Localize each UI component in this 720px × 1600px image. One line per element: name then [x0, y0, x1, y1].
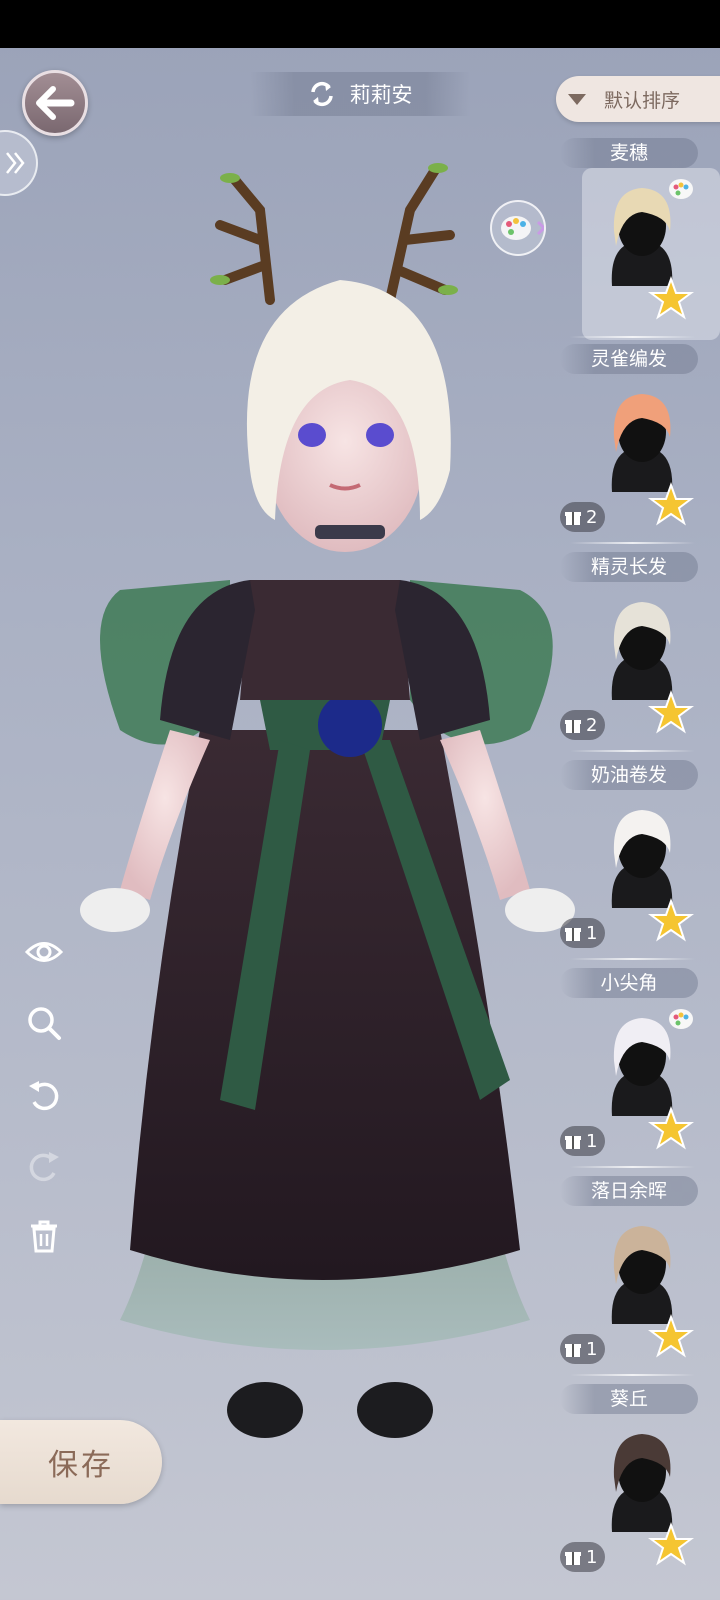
divider [570, 1374, 695, 1376]
hair-name: 葵丘 [560, 1384, 698, 1414]
zoom-icon [28, 1007, 61, 1040]
count-value: 2 [586, 714, 598, 736]
hair-item[interactable]: 麦穗 [560, 138, 720, 343]
star-shape [648, 1522, 694, 1566]
star-icon [648, 1522, 694, 1566]
star-shape [648, 1314, 694, 1358]
star-icon [648, 1314, 694, 1358]
eye-icon [24, 942, 64, 962]
star-icon [648, 1106, 694, 1150]
count-value: 1 [586, 1546, 598, 1568]
toggle-view-button[interactable] [22, 930, 66, 974]
divider [570, 958, 695, 960]
status-bar [0, 0, 720, 48]
divider [570, 336, 695, 338]
choker [315, 525, 385, 539]
back-button[interactable] [22, 70, 88, 136]
hair-name: 麦穗 [560, 138, 698, 168]
character-name: 莉莉安 [349, 83, 413, 107]
character-preview[interactable] [60, 140, 580, 1460]
hair-item[interactable]: 葵丘 1 [560, 1384, 720, 1589]
hair-name: 精灵长发 [560, 552, 698, 582]
count-value: 1 [586, 1338, 598, 1360]
save-label: 保存 [48, 1448, 114, 1483]
gift-icon [565, 1136, 581, 1149]
gift-icon [565, 928, 581, 941]
hair-name: 灵雀编发 [560, 344, 698, 374]
hair-style-list[interactable]: 麦穗 灵雀编发 2 精灵长发 2 奶油卷发 1 小尖角 1 落日余晖 1 葵丘 … [560, 130, 720, 1600]
star-icon [648, 690, 694, 734]
star-icon [648, 482, 694, 526]
expand-panel-button[interactable] [0, 130, 38, 196]
count-value: 1 [586, 922, 598, 944]
count-badge: 1 [560, 1334, 606, 1364]
delete-button[interactable] [22, 1214, 66, 1258]
blue-rose [318, 693, 382, 757]
gift-icon [565, 1552, 581, 1565]
hair-item[interactable]: 灵雀编发 2 [560, 344, 720, 549]
count-badge: 2 [560, 502, 606, 532]
hair-name: 奶油卷发 [560, 760, 698, 790]
double-chevron-right-icon [6, 152, 25, 174]
zoom-button[interactable] [22, 1001, 66, 1045]
undo-icon [29, 1081, 59, 1111]
gift-icon [565, 512, 581, 525]
palette-icon [669, 1009, 693, 1029]
gift-icon [565, 720, 581, 733]
hair-name: 小尖角 [560, 968, 698, 998]
gift-icon [565, 1344, 581, 1357]
hair-item[interactable]: 小尖角 1 [560, 968, 720, 1173]
sort-dropdown[interactable]: 默认排序 [556, 76, 720, 122]
count-badge: 1 [560, 918, 606, 948]
star-shape [648, 482, 694, 526]
swap-icon [310, 81, 333, 107]
left-shoe [227, 1382, 303, 1438]
count-badge: 1 [560, 1542, 606, 1572]
divider [570, 542, 695, 544]
caret-down-icon [568, 93, 586, 105]
left-glove [80, 888, 150, 932]
star-shape [648, 690, 694, 734]
character-name-bar[interactable]: 莉莉安 [250, 72, 470, 116]
hair-name: 落日余晖 [560, 1176, 698, 1206]
star-shape [648, 276, 694, 320]
star-shape [648, 1106, 694, 1150]
save-button[interactable]: 保存 [0, 1420, 162, 1504]
hair-item[interactable]: 奶油卷发 1 [560, 760, 720, 965]
hair-item[interactable]: 落日余晖 1 [560, 1176, 720, 1381]
count-badge: 2 [560, 710, 606, 740]
divider [570, 750, 695, 752]
redo-button[interactable] [22, 1143, 66, 1187]
count-value: 2 [586, 506, 598, 528]
count-value: 1 [586, 1130, 598, 1152]
dress-bodice [240, 580, 410, 700]
palette-icon [669, 179, 693, 199]
right-shoe [357, 1382, 433, 1438]
divider [570, 1166, 695, 1168]
back-arrow-icon [36, 86, 75, 120]
hair-item[interactable]: 精灵长发 2 [560, 552, 720, 757]
star-shape [648, 898, 694, 942]
redo-icon [29, 1152, 59, 1182]
star-icon [648, 898, 694, 942]
star-icon [648, 276, 694, 320]
sort-label: 默认排序 [604, 89, 681, 112]
trash-icon [31, 1220, 57, 1253]
undo-button[interactable] [22, 1072, 66, 1116]
count-badge: 1 [560, 1126, 606, 1156]
antler-headpiece [215, 165, 455, 305]
side-toolbar [22, 930, 66, 1285]
